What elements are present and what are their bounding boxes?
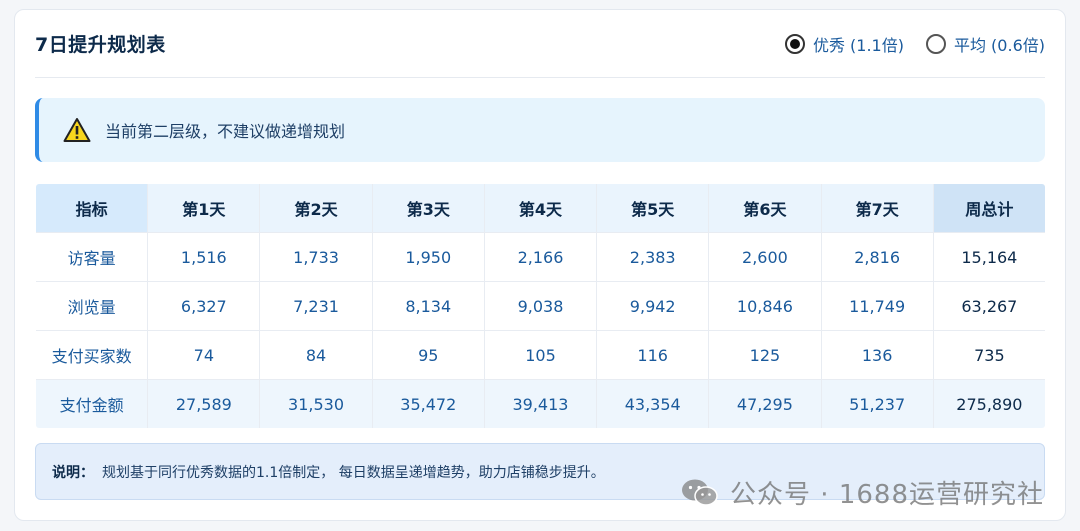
table-cell: 1,733 <box>259 232 373 282</box>
row-label: 支付金额 <box>36 379 149 428</box>
radio-option-average[interactable]: 平均 (0.6倍) <box>925 32 1045 56</box>
table-cell: 10,846 <box>708 281 822 331</box>
row-total: 275,890 <box>932 379 1045 428</box>
table-cell: 8,134 <box>371 281 485 331</box>
table-cell: 136 <box>820 330 934 380</box>
table-cell: 2,166 <box>483 232 598 282</box>
table-cell: 27,589 <box>147 379 261 428</box>
table-cell: 43,354 <box>596 379 710 428</box>
column-header: 第4天 <box>483 184 598 233</box>
column-header: 第5天 <box>596 184 710 233</box>
table-cell: 31,530 <box>259 379 373 428</box>
radio-label-average: 平均 (0.6倍) <box>953 35 1045 55</box>
table-row: 支付买家数 74 84 95 105 116 125 136 735 <box>36 330 1045 380</box>
row-label: 浏览量 <box>36 281 149 331</box>
table-cell: 7,231 <box>259 281 373 331</box>
watermark: 公众号 · 1688运营研究社 <box>680 474 1044 511</box>
table-cell: 9,038 <box>483 281 598 331</box>
table-cell: 1,516 <box>147 232 261 282</box>
table-cell: 2,816 <box>820 232 934 282</box>
row-total: 735 <box>932 330 1045 380</box>
radio-unchecked-icon[interactable] <box>925 33 946 54</box>
table-row: 浏览量 6,327 7,231 8,134 9,038 9,942 10,846… <box>36 281 1045 331</box>
table-cell: 2,383 <box>596 232 710 282</box>
warning-banner: 当前第二层级，不建议做递增规划 <box>35 98 1045 162</box>
plan-card: 7日提升规划表 优秀 (1.1倍) 平均 (0.6倍) 当前第二层级，不建议做递… <box>14 9 1066 521</box>
card-header: 7日提升规划表 优秀 (1.1倍) 平均 (0.6倍) <box>35 10 1045 78</box>
page-title: 7日提升规划表 <box>35 34 166 56</box>
table-cell: 11,749 <box>820 281 934 331</box>
table-row: 支付金额 27,589 31,530 35,472 39,413 43,354 … <box>36 379 1045 428</box>
note-text: 规划基于同行优秀数据的1.1倍制定， 每日数据呈递增趋势，助力店铺稳步提升。 <box>102 464 605 481</box>
column-header: 指标 <box>36 184 149 233</box>
plan-table: 指标 第1天 第2天 第3天 第4天 第5天 第6天 第7天 周总计 访客量 1… <box>35 183 1046 429</box>
table-cell: 47,295 <box>708 379 822 428</box>
table-cell: 116 <box>596 330 710 380</box>
column-header: 第6天 <box>708 184 822 233</box>
radio-option-excellent[interactable]: 优秀 (1.1倍) <box>784 32 904 56</box>
table-header-row: 指标 第1天 第2天 第3天 第4天 第5天 第6天 第7天 周总计 <box>36 184 1045 233</box>
column-header-total: 周总计 <box>932 184 1045 233</box>
table-cell: 84 <box>259 330 373 380</box>
table-cell: 9,942 <box>596 281 710 331</box>
table-cell: 2,600 <box>708 232 822 282</box>
row-total: 15,164 <box>932 232 1045 282</box>
row-label: 访客量 <box>36 232 149 282</box>
column-header: 第2天 <box>259 184 373 233</box>
column-header: 第7天 <box>820 184 934 233</box>
warning-text: 当前第二层级，不建议做递增规划 <box>105 122 346 141</box>
warning-icon <box>63 118 91 142</box>
table-cell: 1,950 <box>371 232 485 282</box>
column-header: 第3天 <box>371 184 485 233</box>
row-label: 支付买家数 <box>36 330 149 380</box>
table-cell: 6,327 <box>147 281 261 331</box>
row-total: 63,267 <box>932 281 1045 331</box>
radio-label-excellent: 优秀 (1.1倍) <box>812 35 904 55</box>
column-header: 第1天 <box>147 184 261 233</box>
note-label: 说明： <box>52 464 94 481</box>
table-cell: 51,237 <box>820 379 934 428</box>
watermark-text: 公众号 · 1688运营研究社 <box>730 480 1044 510</box>
table-cell: 95 <box>371 330 485 380</box>
radio-checked-icon[interactable] <box>784 33 805 54</box>
table-cell: 35,472 <box>371 379 485 428</box>
table-cell: 105 <box>483 330 598 380</box>
table-row: 访客量 1,516 1,733 1,950 2,166 2,383 2,600 … <box>36 232 1045 282</box>
table-cell: 74 <box>147 330 261 380</box>
table-cell: 39,413 <box>483 379 598 428</box>
mode-radio-group: 优秀 (1.1倍) 平均 (0.6倍) <box>784 32 1045 56</box>
table-cell: 125 <box>708 330 822 380</box>
wechat-icon <box>682 479 718 506</box>
